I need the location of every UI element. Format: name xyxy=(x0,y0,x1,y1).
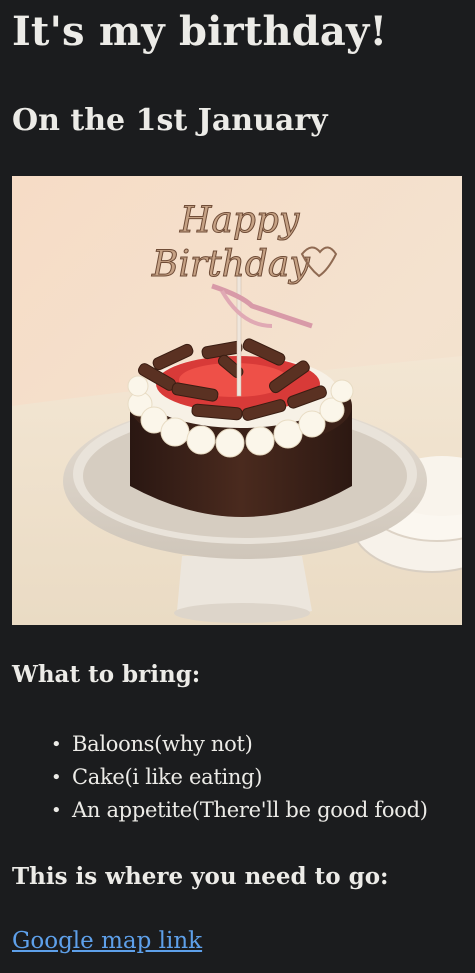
bullet-icon: • xyxy=(51,734,62,755)
page-subtitle-date: On the 1st January xyxy=(12,103,328,138)
location-heading: This is where you need to go: xyxy=(12,863,389,890)
list-item: • Cake(i like eating) xyxy=(51,761,428,794)
bullet-icon: • xyxy=(51,800,62,821)
page-title: It's my birthday! xyxy=(12,8,388,55)
list-item-text: An appetite(There'll be good food) xyxy=(72,798,428,822)
what-to-bring-heading: What to bring: xyxy=(12,661,201,688)
page: It's my birthday! On the 1st January Hap… xyxy=(0,0,475,973)
list-item: • Baloons(why not) xyxy=(51,728,428,761)
list-item: • An appetite(There'll be good food) xyxy=(51,794,428,827)
bring-list: • Baloons(why not) • Cake(i like eating)… xyxy=(51,728,428,827)
birthday-cake-photo: Happy Birthday xyxy=(12,176,462,625)
list-item-text: Cake(i like eating) xyxy=(72,765,263,789)
bullet-icon: • xyxy=(51,767,62,788)
cake-topper-birthday: Birthday xyxy=(151,244,310,285)
cake-topper-happy: Happy xyxy=(179,200,300,241)
google-map-link[interactable]: Google map link xyxy=(12,925,202,957)
list-item-text: Baloons(why not) xyxy=(72,732,253,756)
